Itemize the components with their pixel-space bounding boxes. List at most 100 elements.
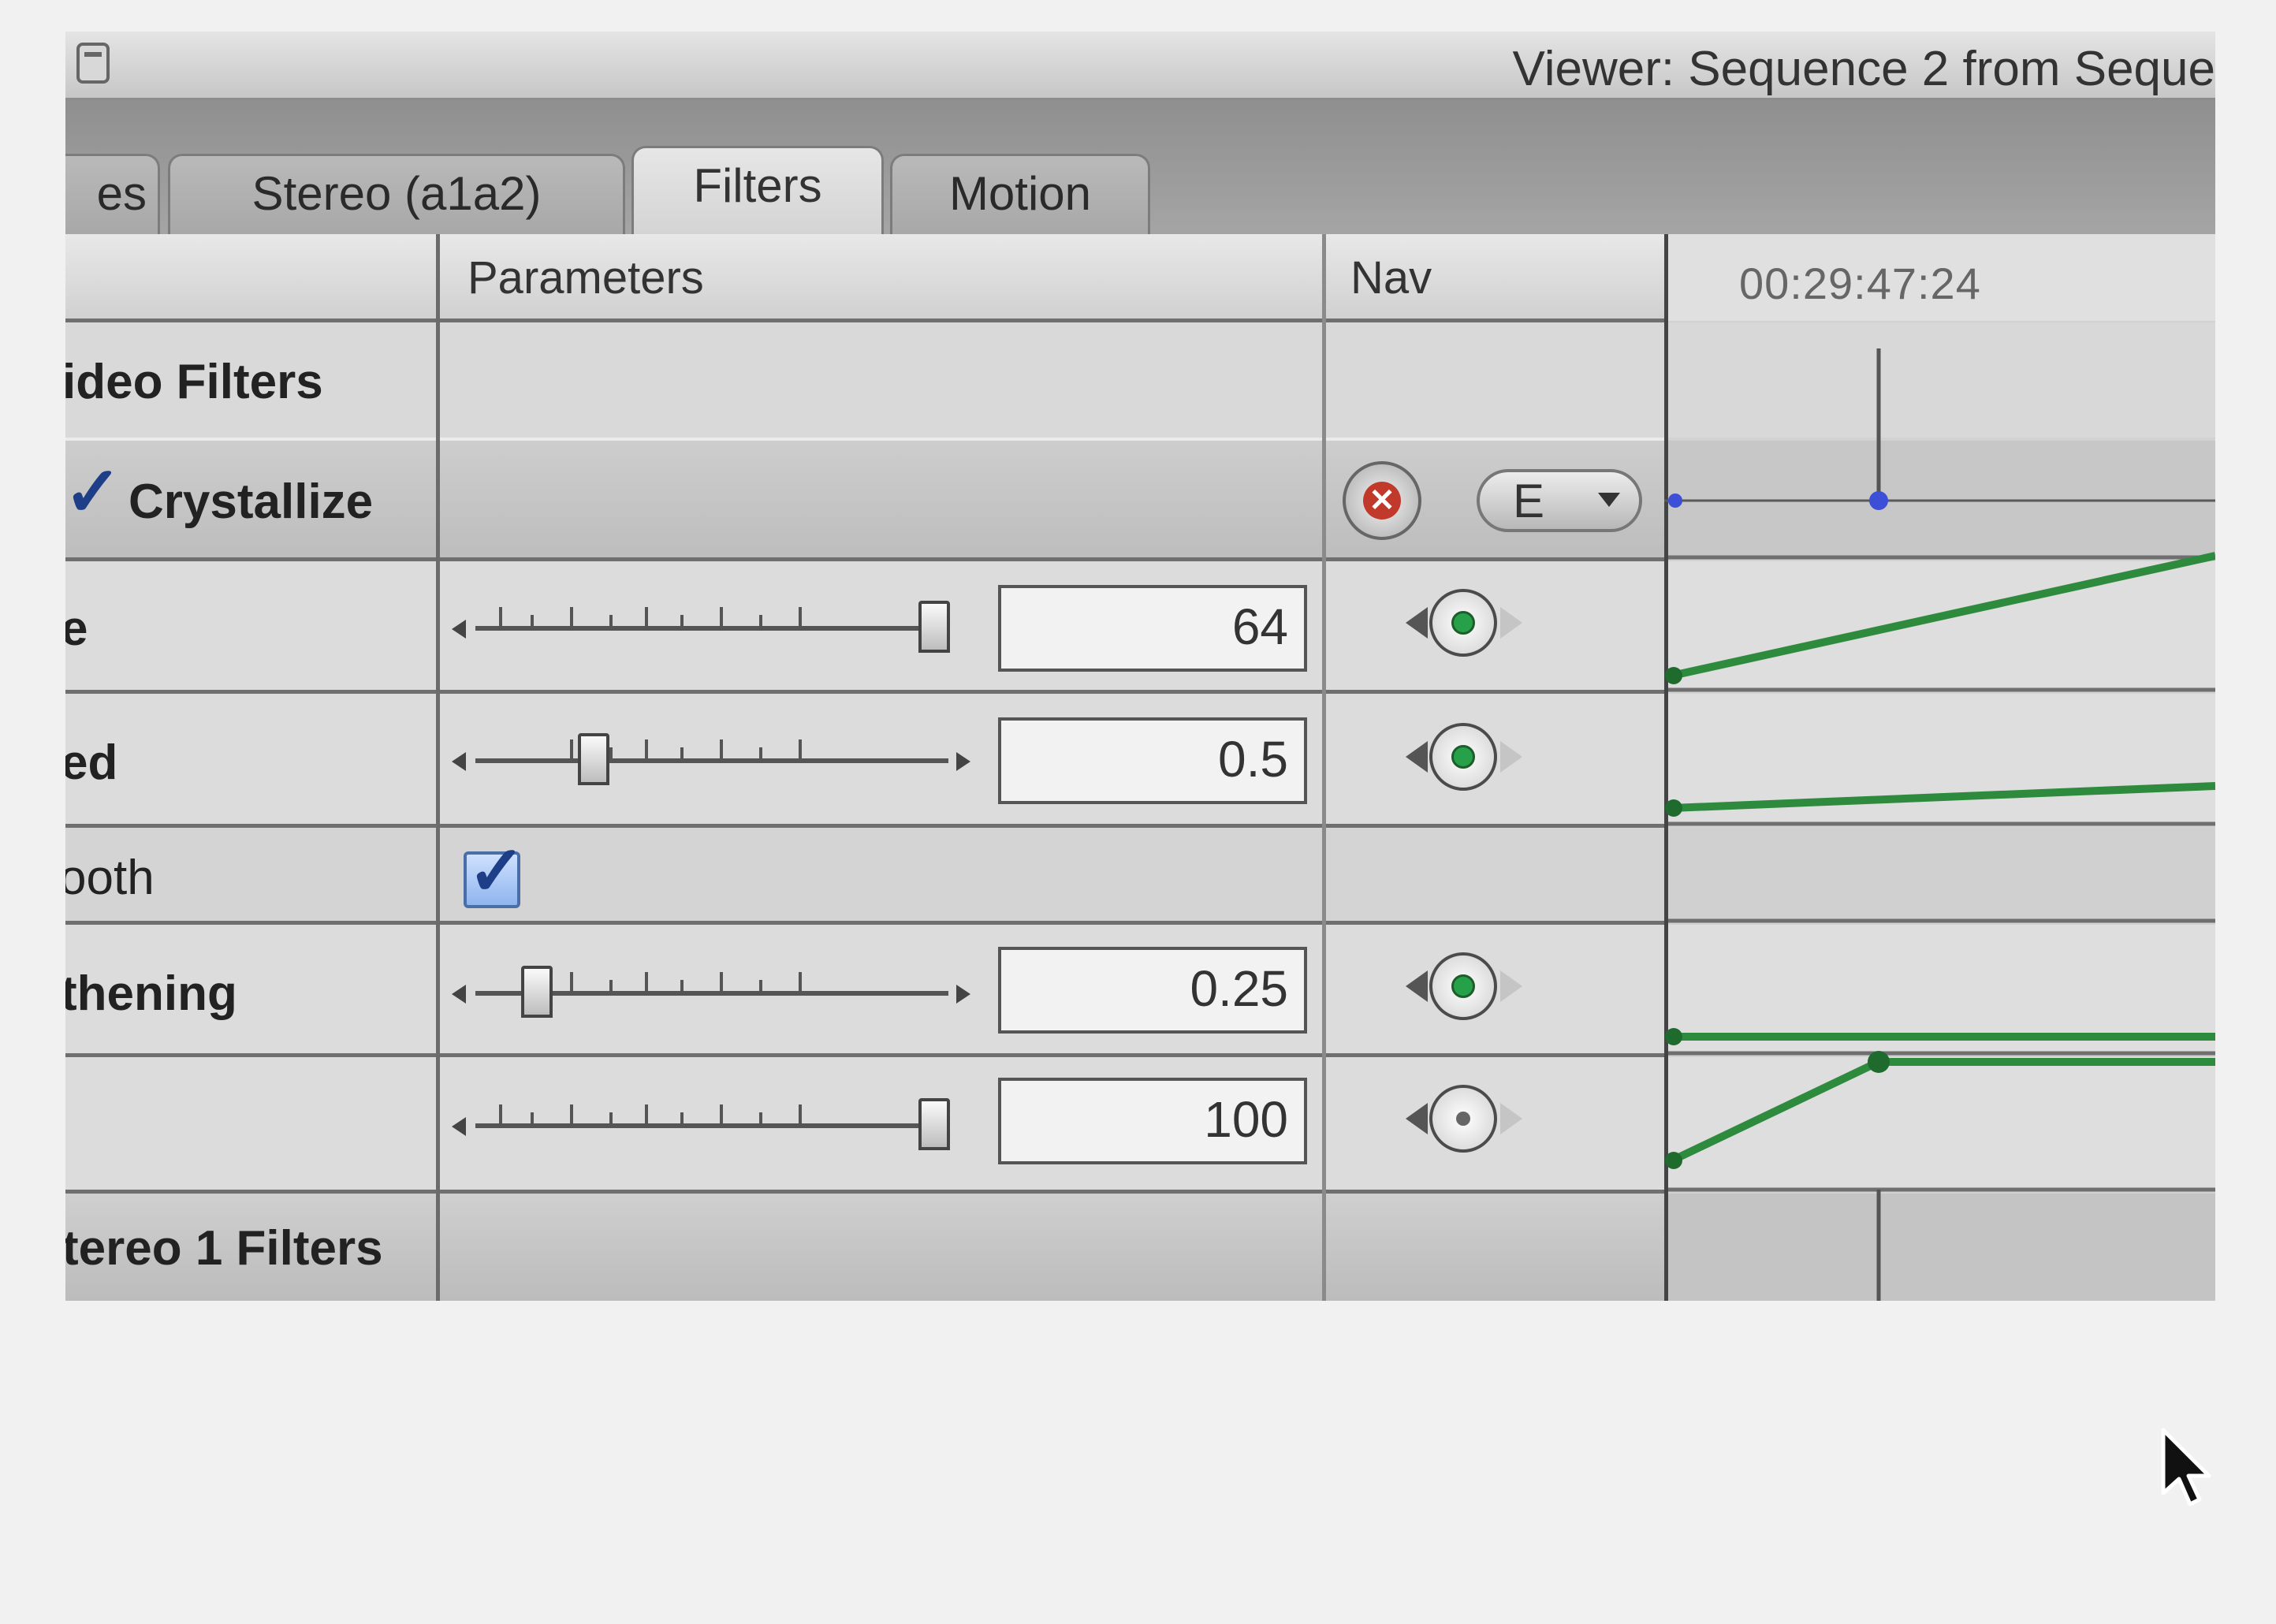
video-filters-label: ideo Filters — [65, 355, 323, 409]
slider-tick — [570, 739, 573, 758]
viewer-window: Viewer: Sequence 2 from Seque es Stereo … — [65, 32, 2215, 1301]
slider-left-arrow-icon[interactable] — [452, 620, 466, 639]
slider-tick — [720, 1104, 723, 1123]
slider-track[interactable] — [475, 1123, 948, 1128]
slider-tick — [570, 972, 573, 991]
slider-thumb[interactable] — [521, 966, 553, 1018]
param-slider-2[interactable] — [452, 725, 980, 788]
column-divider[interactable] — [1322, 234, 1326, 1301]
slider-tick — [680, 980, 684, 991]
mouse-cursor-icon — [2160, 1427, 2223, 1518]
slider-tick — [759, 980, 762, 991]
param-value-field-5[interactable]: 100 — [998, 1078, 1307, 1164]
slider-tick — [680, 1112, 684, 1123]
add-keyframe-button[interactable] — [1429, 723, 1497, 791]
crystallize-checkmark-icon[interactable]: ✓ — [65, 457, 122, 527]
nav-header: Nav — [1350, 252, 1432, 304]
slider-tick — [609, 980, 613, 991]
slider-tick — [759, 1112, 762, 1123]
slider-tick — [720, 739, 723, 758]
tab-motion[interactable]: Motion — [890, 154, 1150, 234]
slider-tick — [570, 607, 573, 626]
param-label-4: thening — [65, 967, 237, 1021]
param-label-1: e — [65, 602, 88, 656]
param-value-field-1[interactable]: 64 — [998, 585, 1307, 672]
slider-tick — [609, 615, 613, 626]
graph-track — [1664, 561, 2215, 690]
param-value-field-4[interactable]: 0.25 — [998, 947, 1307, 1034]
slider-tick — [799, 607, 802, 626]
param-label-2: ed — [65, 736, 118, 790]
slider-thumb[interactable] — [918, 601, 950, 653]
slider-left-arrow-icon[interactable] — [452, 1117, 466, 1136]
timecode-label: 00:29:47:24 — [1739, 259, 1981, 308]
tab-stereo[interactable]: Stereo (a1a2) — [168, 154, 625, 234]
previous-keyframe-icon[interactable] — [1406, 607, 1428, 639]
next-keyframe-icon[interactable] — [1500, 1103, 1522, 1134]
slider-left-arrow-icon[interactable] — [452, 985, 466, 1004]
param-slider-5[interactable] — [452, 1090, 980, 1153]
checkmark-icon: ✓ — [467, 832, 526, 910]
column-divider[interactable] — [436, 234, 440, 1301]
title-bar[interactable]: Viewer: Sequence 2 from Seque — [65, 32, 2215, 100]
keyframe-marker-blue — [1668, 494, 1682, 508]
slider-tick — [799, 1104, 802, 1123]
slider-tick — [720, 607, 723, 626]
tab-strip: es Stereo (a1a2) Motion Filters — [65, 100, 2215, 234]
chevron-down-icon — [1598, 493, 1620, 507]
slider-track[interactable] — [475, 626, 948, 631]
add-keyframe-button[interactable] — [1429, 952, 1497, 1020]
slider-tick — [570, 1104, 573, 1123]
slider-left-arrow-icon[interactable] — [452, 752, 466, 771]
window-zoom-button[interactable] — [76, 43, 110, 84]
slider-tick — [799, 972, 802, 991]
slider-tick — [680, 615, 684, 626]
next-keyframe-icon[interactable] — [1500, 970, 1522, 1002]
window-title: Viewer: Sequence 2 from Seque — [1512, 42, 2215, 96]
slider-tick — [531, 615, 534, 626]
slider-right-arrow-icon[interactable] — [956, 985, 970, 1004]
slider-thumb[interactable] — [918, 1098, 950, 1150]
keyframe-dot-icon — [1451, 611, 1475, 635]
reset-x-icon: ✕ — [1363, 482, 1401, 520]
slider-right-arrow-icon[interactable] — [956, 752, 970, 771]
slider-tick — [645, 607, 648, 626]
slider-tick — [759, 615, 762, 626]
reset-button[interactable]: ✕ — [1343, 461, 1421, 540]
stereo-filters-label: tereo 1 Filters — [65, 1221, 383, 1276]
slider-tick — [645, 739, 648, 758]
keyframe-dot-icon — [1456, 1112, 1470, 1126]
slider-track[interactable] — [475, 758, 948, 763]
tab-partial[interactable]: es — [65, 154, 160, 234]
param-slider-1[interactable] — [452, 593, 980, 656]
slider-tick — [499, 607, 502, 626]
slider-tick — [799, 739, 802, 758]
slider-tick — [531, 1112, 534, 1123]
previous-keyframe-icon[interactable] — [1406, 970, 1428, 1002]
slider-tick — [680, 747, 684, 758]
graph-track — [1664, 828, 2215, 921]
keyframe-menu-popup[interactable]: E — [1477, 469, 1642, 532]
keyframe-marker-blue — [1869, 491, 1888, 510]
add-keyframe-button[interactable] — [1429, 589, 1497, 657]
graph-track — [1664, 441, 2215, 557]
parameters-header: Parameters — [467, 252, 704, 304]
param-value-field-2[interactable]: 0.5 — [998, 717, 1307, 804]
filters-table: Parameters Nav ideo Filters ✓ Crystalliz… — [65, 234, 2215, 1301]
slider-tick — [609, 1112, 613, 1123]
slider-tick — [609, 747, 613, 758]
previous-keyframe-icon[interactable] — [1406, 1103, 1428, 1134]
crystallize-label: Crystallize — [129, 475, 374, 529]
keyframe-dot-icon — [1451, 745, 1475, 769]
tab-filters[interactable]: Filters — [631, 146, 884, 234]
next-keyframe-icon[interactable] — [1500, 741, 1522, 773]
slider-tick — [645, 972, 648, 991]
next-keyframe-icon[interactable] — [1500, 607, 1522, 639]
keyframe-graph[interactable]: 00:29:47:24 — [1664, 234, 2215, 1301]
keyframe-graph-svg[interactable] — [1664, 234, 2215, 1301]
add-keyframe-button[interactable] — [1429, 1085, 1497, 1153]
param-slider-4[interactable] — [452, 958, 980, 1021]
previous-keyframe-icon[interactable] — [1406, 741, 1428, 773]
slider-thumb[interactable] — [578, 733, 609, 785]
param-label-3: ooth — [65, 851, 155, 905]
